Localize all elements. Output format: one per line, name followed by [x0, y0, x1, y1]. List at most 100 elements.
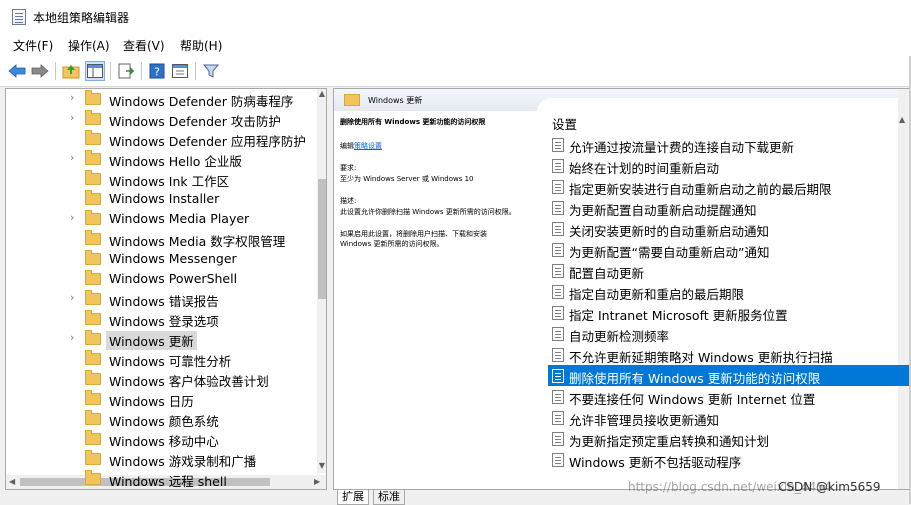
setting-row[interactable]: 允许非管理员接收更新通知: [548, 407, 911, 428]
tree-item[interactable]: › Windows 错误报告: [6, 289, 318, 309]
setting-row[interactable]: 不允许更新延期策略对 Windows 更新执行扫描: [548, 344, 911, 365]
tree-item[interactable]: Windows Defender 应用程序防护: [6, 129, 318, 149]
csdn-credit: CSDN @kim5659: [778, 480, 881, 494]
scroll-up-arrow-icon[interactable]: ▲: [899, 115, 905, 124]
setting-row[interactable]: 始终在计划的时间重新启动: [548, 155, 911, 176]
setting-row[interactable]: 关闭安装更新时的自动重新启动通知: [548, 218, 911, 239]
tree-item-label: Windows 颜色系统: [109, 414, 219, 429]
chevron-right-icon[interactable]: ›: [70, 291, 74, 304]
tree-item-label: Windows 日历: [109, 394, 194, 409]
description-extra-1: 如果启用此设置，将删除用户扫描、下载和安装: [340, 230, 487, 238]
tree-item[interactable]: Windows PowerShell: [6, 269, 318, 289]
setting-label: 允许非管理员接收更新通知: [569, 413, 720, 428]
menu-action[interactable]: 操作(A): [68, 37, 110, 54]
scroll-thumb[interactable]: [318, 179, 326, 299]
tree-item[interactable]: › Windows Media Player: [6, 209, 318, 229]
tree-item[interactable]: › Windows Defender 防病毒程序: [6, 89, 318, 109]
tree-item[interactable]: Windows 日历: [6, 389, 318, 409]
policy-setting-icon: [552, 264, 564, 278]
setting-row[interactable]: 为更新配置“需要自动重新启动”通知: [548, 239, 911, 260]
tree-item[interactable]: Windows 游戏录制和广播: [6, 449, 318, 469]
tree-item-label: Windows 移动中心: [109, 434, 219, 449]
policy-setting-icon: [552, 390, 564, 404]
folder-icon: [85, 170, 101, 185]
setting-label: 为更新配置自动重新启动提醒通知: [569, 203, 757, 218]
setting-row[interactable]: 配置自动更新: [548, 260, 911, 281]
chevron-right-icon[interactable]: ›: [70, 111, 74, 124]
details-pane: Windows 更新 删除使用所有 Windows 更新功能的访问权限 编辑策略…: [333, 88, 911, 490]
policy-setting-icon: [552, 159, 564, 173]
policy-setting-icon: [552, 285, 564, 299]
tree-item[interactable]: › Windows 更新: [6, 329, 318, 350]
chevron-right-icon[interactable]: ›: [70, 331, 74, 344]
setting-row[interactable]: 指定 Intranet Microsoft 更新服务位置: [548, 302, 911, 323]
tree-item[interactable]: Windows 可靠性分析: [6, 349, 318, 369]
setting-row[interactable]: 删除使用所有 Windows 更新功能的访问权限: [548, 365, 911, 386]
properties-icon[interactable]: [170, 61, 190, 81]
tab-extended[interactable]: 扩展: [337, 490, 369, 505]
tree-pane: ▲ ▼ ◀ ▶ › Windows Defender 防病毒程序 › Windows …: [5, 88, 327, 490]
chevron-right-icon[interactable]: ›: [70, 211, 74, 224]
edit-prefix: 编辑: [340, 142, 354, 150]
menu-file[interactable]: 文件(F): [13, 37, 53, 54]
tree-item-label: Windows 错误报告: [109, 294, 219, 309]
setting-row[interactable]: 为更新指定预定重启转换和通知计划: [548, 428, 911, 449]
tree-item[interactable]: Windows Installer: [6, 189, 318, 209]
folder-icon: [85, 90, 101, 105]
forward-arrow-icon[interactable]: [30, 61, 50, 81]
policy-title: 删除使用所有 Windows 更新功能的访问权限: [340, 118, 486, 126]
folder-icon: [85, 150, 101, 165]
tree-item[interactable]: Windows 客户体验改善计划: [6, 369, 318, 389]
setting-row[interactable]: 为更新配置自动重新启动提醒通知: [548, 197, 911, 218]
scroll-down-arrow-icon[interactable]: ▼: [317, 461, 326, 473]
tree-item-label: Windows Installer: [109, 191, 220, 206]
tree-item[interactable]: Windows Messenger: [6, 249, 318, 269]
setting-label: 删除使用所有 Windows 更新功能的访问权限: [569, 371, 821, 386]
description-label: 描述:: [340, 197, 357, 205]
up-folder-icon[interactable]: [61, 61, 81, 81]
show-hide-tree-icon[interactable]: [85, 61, 105, 81]
svg-text:?: ?: [154, 66, 160, 79]
menu-help[interactable]: 帮助(H): [180, 37, 222, 54]
setting-label: 指定更新安装进行自动重新启动之前的最后期限: [569, 182, 832, 197]
chevron-right-icon[interactable]: ›: [70, 151, 74, 164]
folder-icon: [85, 130, 101, 145]
policy-setting-icon: [552, 348, 564, 362]
tree-item-label: Windows Defender 攻击防护: [109, 114, 281, 129]
filter-icon[interactable]: [201, 61, 221, 81]
back-arrow-icon[interactable]: [7, 61, 27, 81]
help-icon[interactable]: ?: [147, 61, 167, 81]
tree-item[interactable]: Windows 远程 shell: [6, 469, 318, 489]
setting-label: 关闭安装更新时的自动重新启动通知: [569, 224, 770, 239]
policy-setting-icon: [552, 453, 564, 467]
tree-item-label: Windows 登录选项: [109, 314, 219, 329]
tree-item[interactable]: Windows Ink 工作区: [6, 169, 318, 189]
tree-item[interactable]: Windows 移动中心: [6, 429, 318, 449]
export-list-icon[interactable]: [116, 61, 136, 81]
menu-view[interactable]: 查看(V): [123, 37, 165, 54]
tree-item[interactable]: › Windows Defender 攻击防护: [6, 109, 318, 129]
setting-row[interactable]: Windows 更新不包括驱动程序: [548, 449, 911, 470]
setting-row[interactable]: 指定自动更新和重启的最后期限: [548, 281, 911, 302]
setting-row[interactable]: 自动更新检测频率: [548, 323, 911, 344]
setting-label: 始终在计划的时间重新启动: [569, 161, 720, 176]
tree-item[interactable]: Windows 颜色系统: [6, 409, 318, 429]
edit-policy-link[interactable]: 策略设置: [354, 142, 382, 150]
chevron-right-icon[interactable]: ›: [70, 91, 74, 104]
tree-vertical-scrollbar[interactable]: ▲ ▼: [317, 89, 326, 473]
setting-row[interactable]: 不要连接任何 Windows 更新 Internet 位置: [548, 386, 911, 407]
requirements-label: 要求:: [340, 164, 357, 172]
description-extra-2: Windows 更新所需的访问权限。: [340, 240, 444, 248]
tab-standard[interactable]: 标准: [373, 490, 405, 505]
folder-icon: [85, 230, 101, 245]
scroll-up-arrow-icon[interactable]: ▲: [317, 89, 326, 101]
tree-item[interactable]: › Windows Hello 企业版: [6, 149, 318, 169]
settings-column-header[interactable]: 设置: [552, 114, 577, 133]
setting-label: 自动更新检测频率: [569, 329, 670, 344]
tree-item[interactable]: Windows 登录选项: [6, 309, 318, 329]
tree-item[interactable]: Windows Media 数字权限管理: [6, 229, 318, 249]
folder-icon: [85, 270, 101, 285]
toolbar: ?: [0, 56, 911, 87]
setting-row[interactable]: 允许通过按流量计费的连接自动下载更新: [548, 134, 911, 155]
setting-row[interactable]: 指定更新安装进行自动重新启动之前的最后期限: [548, 176, 911, 197]
